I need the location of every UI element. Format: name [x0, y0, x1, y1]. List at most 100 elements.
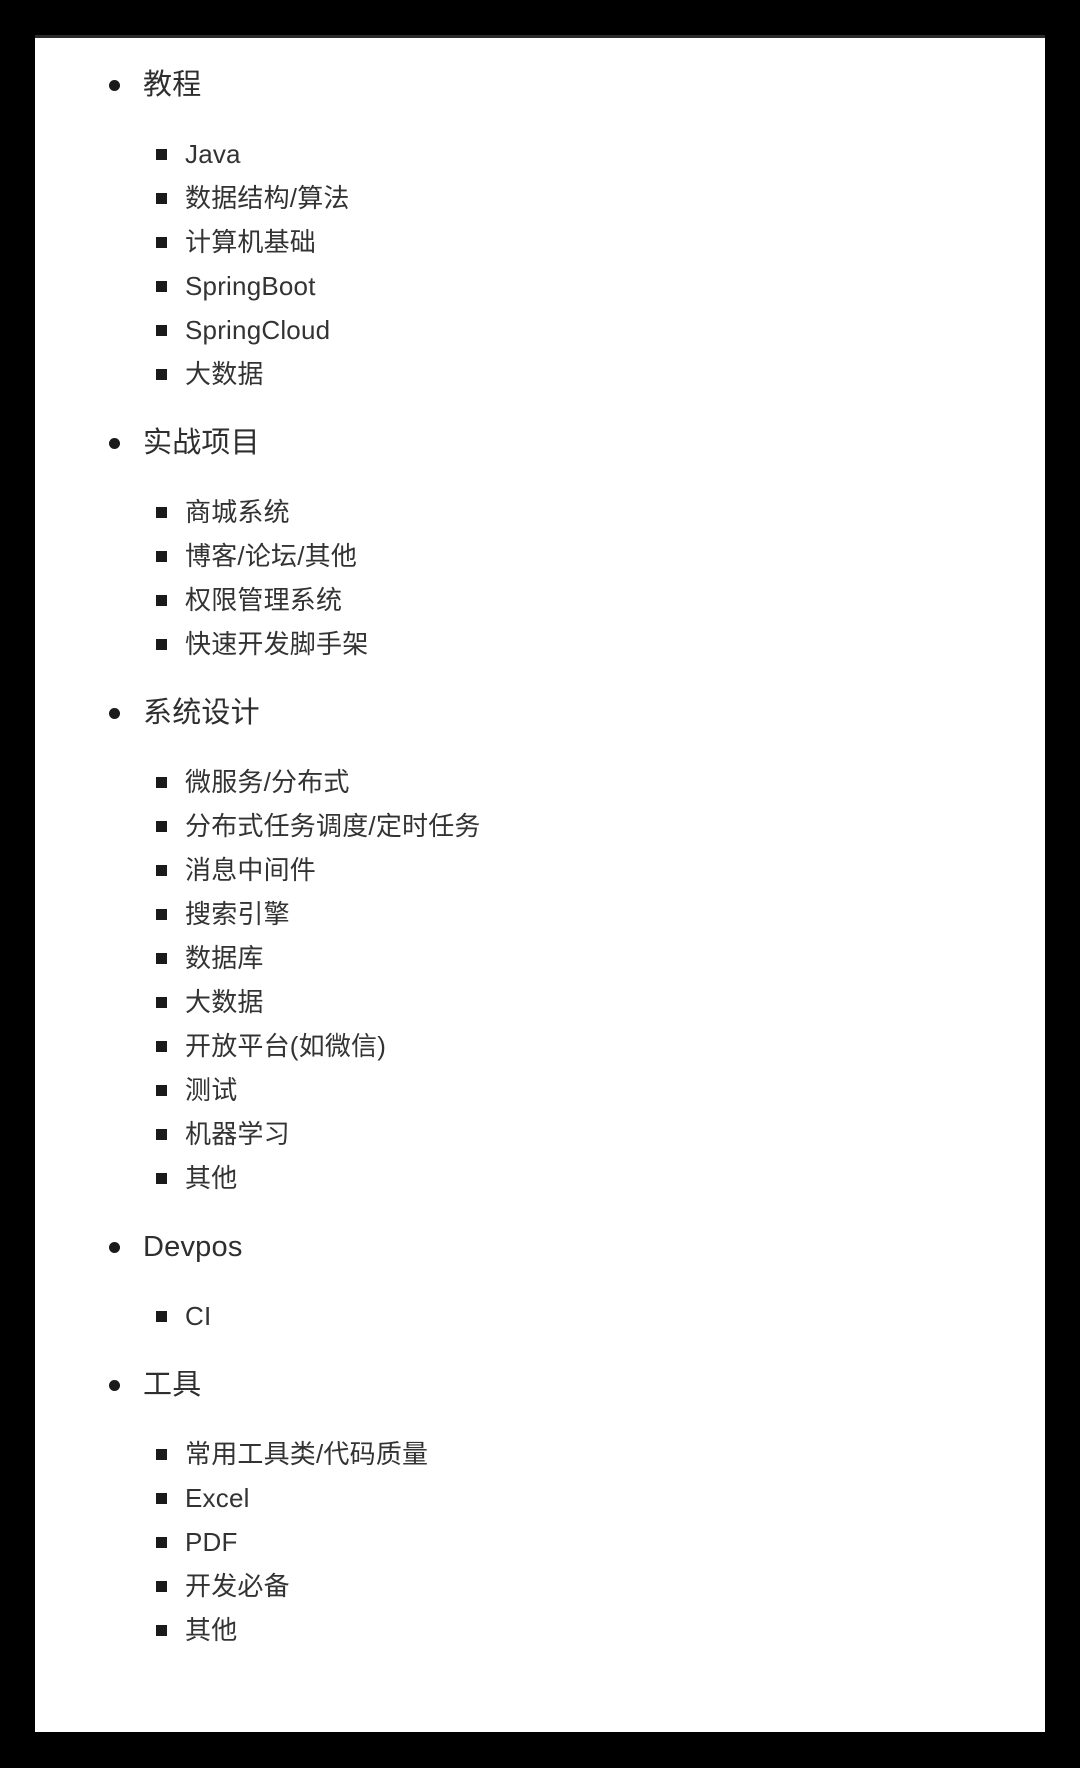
outline-level1-item[interactable]: 工具: [35, 1364, 1045, 1406]
outline-level2-label: 数据结构/算法: [185, 183, 350, 213]
outline-level2-item[interactable]: 大数据: [35, 352, 1045, 396]
outline-sublist: 商城系统博客/论坛/其他 权限管理系统 快速开发脚手架: [35, 490, 1045, 666]
outline-level2-item[interactable]: 数据结构/算法: [35, 176, 1045, 220]
square-bullet-icon: [156, 997, 167, 1008]
outline-level2-label: 分布式任务调度/定时任务: [185, 811, 481, 841]
outline-sublist: CI: [35, 1294, 1045, 1338]
outline-level1-item[interactable]: 实战项目: [35, 422, 1045, 464]
outline-level2-label: CI: [185, 1301, 212, 1331]
outline-level2-label: SpringBoot: [185, 271, 316, 301]
outline-level2-item[interactable]: 分布式任务调度/定时任务: [35, 804, 1045, 848]
square-bullet-icon: [156, 507, 167, 518]
outline-level2-label: Java: [185, 139, 241, 169]
outline-level2-label: 其他: [185, 1163, 238, 1193]
square-bullet-icon: [156, 1041, 167, 1052]
outline-section: 工具常用工具类/代码质量 Excel PDF 开发必备其他: [35, 1364, 1045, 1652]
outline-section: 实战项目商城系统博客/论坛/其他 权限管理系统 快速开发脚手架: [35, 422, 1045, 666]
outline-level2-item[interactable]: 开放平台(如微信): [35, 1024, 1045, 1068]
disc-bullet-icon: [109, 1380, 120, 1391]
outline-list: 教程 Java 数据结构/算法 计算机基础 SpringBoot SpringCloud 大…: [35, 38, 1045, 1652]
outline-level2-label: 大数据: [185, 987, 264, 1017]
square-bullet-icon: [156, 1493, 167, 1504]
outline-sublist: 微服务/分布式分布式任务调度/定时任务消息中间件搜索引擎数据库大数据开放平台(如…: [35, 760, 1045, 1200]
outline-section: Devpos CI: [35, 1226, 1045, 1338]
outline-level2-label: 搜索引擎: [185, 899, 290, 929]
square-bullet-icon: [156, 909, 167, 920]
outline-level2-item[interactable]: 测试: [35, 1068, 1045, 1112]
square-bullet-icon: [156, 595, 167, 606]
outline-level1-label: 系统设计: [143, 697, 260, 729]
outline-level2-item[interactable]: SpringCloud: [35, 308, 1045, 352]
square-bullet-icon: [156, 1085, 167, 1096]
outline-level2-label: 快速开发脚手架: [185, 629, 369, 659]
square-bullet-icon: [156, 865, 167, 876]
disc-bullet-icon: [109, 708, 120, 719]
square-bullet-icon: [156, 1449, 167, 1460]
outline-level2-item[interactable]: 其他: [35, 1608, 1045, 1652]
square-bullet-icon: [156, 149, 167, 160]
outline-level2-item[interactable]: 数据库: [35, 936, 1045, 980]
square-bullet-icon: [156, 1537, 167, 1548]
page-background: 教程 Java 数据结构/算法 计算机基础 SpringBoot SpringCloud 大…: [0, 0, 1080, 1768]
outline-level2-item[interactable]: 消息中间件: [35, 848, 1045, 892]
outline-level1-label: 工具: [143, 1369, 202, 1401]
outline-level1-label: Devpos: [143, 1231, 243, 1263]
outline-level1-label: 实战项目: [143, 427, 260, 459]
outline-level2-item[interactable]: 微服务/分布式: [35, 760, 1045, 804]
outline-level2-item[interactable]: 快速开发脚手架: [35, 622, 1045, 666]
square-bullet-icon: [156, 777, 167, 788]
outline-level2-item[interactable]: 计算机基础: [35, 220, 1045, 264]
square-bullet-icon: [156, 639, 167, 650]
outline-level2-item[interactable]: 其他: [35, 1156, 1045, 1200]
outline-level2-label: 权限管理系统: [185, 585, 343, 615]
outline-level2-item[interactable]: 搜索引擎: [35, 892, 1045, 936]
outline-level2-item[interactable]: Java: [35, 132, 1045, 176]
outline-level2-item[interactable]: 商城系统: [35, 490, 1045, 534]
outline-level2-item[interactable]: Excel: [35, 1476, 1045, 1520]
outline-level2-label: 商城系统: [185, 497, 290, 527]
disc-bullet-icon: [109, 1242, 120, 1253]
outline-level2-item[interactable]: 开发必备: [35, 1564, 1045, 1608]
square-bullet-icon: [156, 281, 167, 292]
disc-bullet-icon: [109, 80, 120, 91]
outline-section: 系统设计微服务/分布式分布式任务调度/定时任务消息中间件搜索引擎数据库大数据开放…: [35, 692, 1045, 1200]
outline-level2-item[interactable]: SpringBoot: [35, 264, 1045, 308]
outline-level2-label: 数据库: [185, 943, 264, 973]
outline-level2-label: 开放平台(如微信): [185, 1031, 387, 1061]
outline-level1-item[interactable]: 教程: [35, 64, 1045, 106]
outline-level1-item[interactable]: Devpos: [35, 1226, 1045, 1268]
outline-level2-item[interactable]: PDF: [35, 1520, 1045, 1564]
outline-level2-label: Excel: [185, 1483, 250, 1513]
square-bullet-icon: [156, 1173, 167, 1184]
outline-level2-item[interactable]: CI: [35, 1294, 1045, 1338]
outline-level2-label: 测试: [185, 1075, 238, 1105]
outline-sublist: Java 数据结构/算法 计算机基础 SpringBoot SpringCloud 大数据: [35, 132, 1045, 396]
outline-level2-label: PDF: [185, 1527, 238, 1557]
outline-level2-label: 计算机基础: [185, 227, 317, 257]
square-bullet-icon: [156, 325, 167, 336]
outline-sublist: 常用工具类/代码质量 Excel PDF 开发必备其他: [35, 1432, 1045, 1652]
outline-level2-label: 其他: [185, 1615, 238, 1645]
square-bullet-icon: [156, 953, 167, 964]
outline-level2-label: 博客/论坛/其他: [185, 541, 358, 571]
square-bullet-icon: [156, 237, 167, 248]
outline-level2-item[interactable]: 大数据: [35, 980, 1045, 1024]
outline-level2-label: 微服务/分布式: [185, 767, 350, 797]
square-bullet-icon: [156, 821, 167, 832]
outline-level2-item[interactable]: 常用工具类/代码质量: [35, 1432, 1045, 1476]
outline-level1-label: 教程: [143, 69, 202, 101]
outline-level2-item[interactable]: 权限管理系统: [35, 578, 1045, 622]
outline-section: 教程 Java 数据结构/算法 计算机基础 SpringBoot SpringCloud 大…: [35, 64, 1045, 396]
square-bullet-icon: [156, 1129, 167, 1140]
square-bullet-icon: [156, 1581, 167, 1592]
disc-bullet-icon: [109, 438, 120, 449]
outline-level2-item[interactable]: 博客/论坛/其他: [35, 534, 1045, 578]
outline-level1-item[interactable]: 系统设计: [35, 692, 1045, 734]
outline-level2-label: 大数据: [185, 359, 264, 389]
outline-level2-item[interactable]: 机器学习: [35, 1112, 1045, 1156]
document-card: 教程 Java 数据结构/算法 计算机基础 SpringBoot SpringCloud 大…: [35, 35, 1045, 1732]
square-bullet-icon: [156, 1311, 167, 1322]
outline-level2-label: 机器学习: [185, 1119, 290, 1149]
square-bullet-icon: [156, 193, 167, 204]
square-bullet-icon: [156, 369, 167, 380]
